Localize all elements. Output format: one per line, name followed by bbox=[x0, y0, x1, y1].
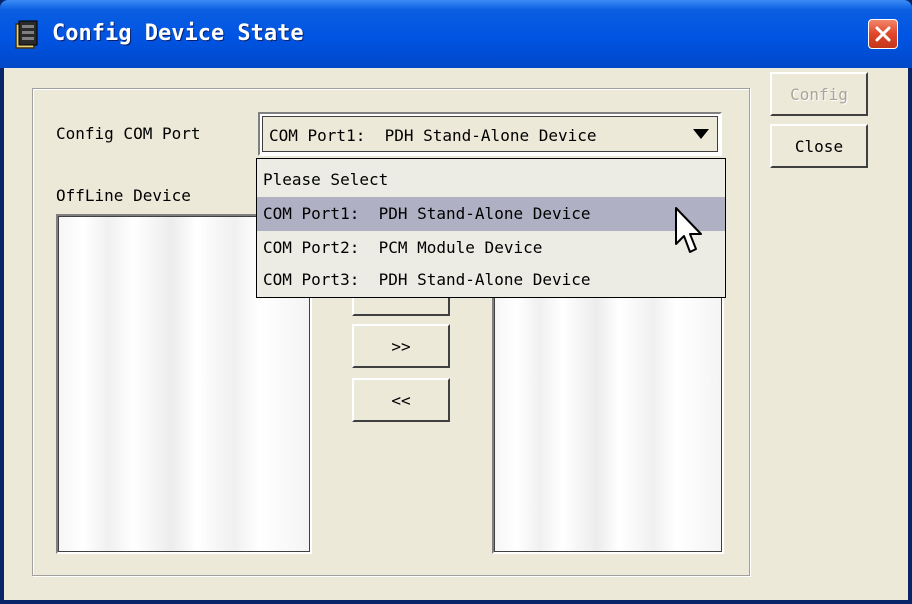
com-port-selected-value: COM Port1: PDH Stand-Alone Device bbox=[269, 126, 597, 145]
config-com-port-label: Config COM Port bbox=[56, 124, 201, 143]
window-title: Config Device State bbox=[52, 21, 304, 46]
move-left-button[interactable]: << bbox=[352, 378, 450, 422]
dialog-window: Config Device State Config Close Config … bbox=[0, 0, 912, 604]
app-icon bbox=[15, 20, 38, 49]
offline-device-label: OffLine Device bbox=[56, 186, 191, 205]
title-bar[interactable]: Config Device State bbox=[0, 0, 912, 68]
config-button[interactable]: Config bbox=[770, 72, 868, 116]
move-right-button[interactable]: >> bbox=[352, 324, 450, 368]
com-port-dropdown-list: Please Select COM Port1: PDH Stand-Alone… bbox=[256, 158, 726, 298]
dropdown-option[interactable]: COM Port2: PCM Module Device bbox=[257, 231, 725, 265]
mouse-pointer-icon bbox=[675, 207, 702, 253]
com-port-select-face: COM Port1: PDH Stand-Alone Device bbox=[262, 116, 718, 152]
com-port-select[interactable]: COM Port1: PDH Stand-Alone Device bbox=[258, 112, 722, 156]
close-button[interactable]: Close bbox=[770, 124, 868, 168]
dropdown-option-selected[interactable]: COM Port1: PDH Stand-Alone Device bbox=[257, 197, 725, 231]
chevron-down-icon[interactable] bbox=[693, 129, 709, 139]
dropdown-option[interactable]: COM Port3: PDH Stand-Alone Device bbox=[257, 263, 725, 297]
close-x-icon bbox=[875, 26, 891, 42]
window-close-button[interactable] bbox=[868, 19, 898, 49]
dropdown-option[interactable]: Please Select bbox=[257, 163, 725, 197]
